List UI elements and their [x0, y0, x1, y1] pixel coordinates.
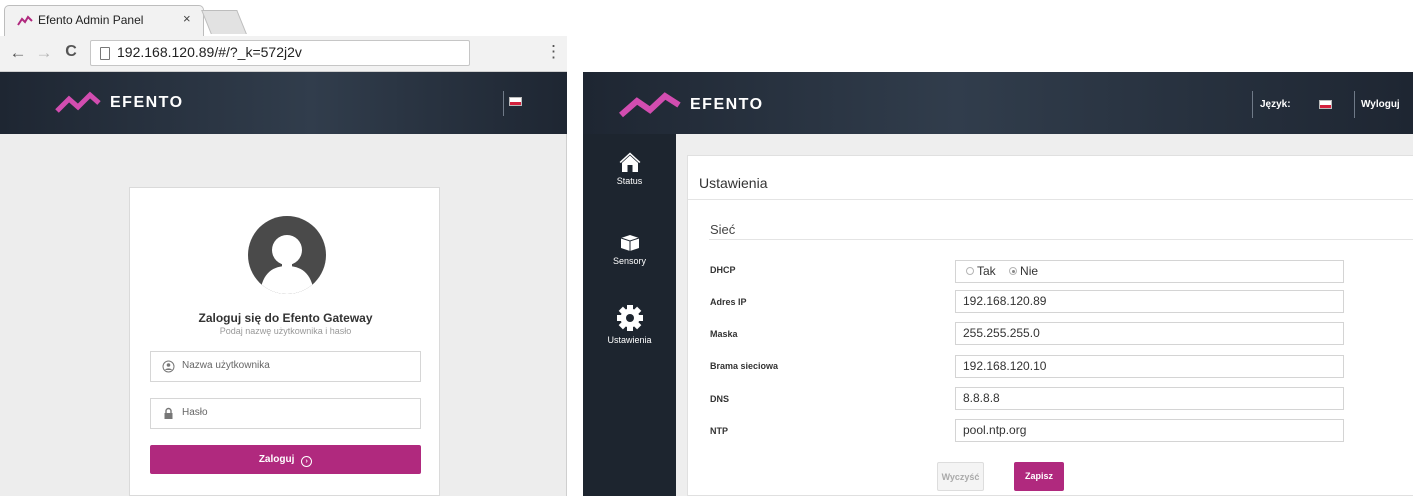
address-bar[interactable]: 192.168.120.89/#/?_k=572j2v	[90, 40, 470, 66]
divider	[709, 239, 1413, 240]
logout-link[interactable]: Wyloguj	[1361, 99, 1400, 110]
efento-favicon-icon	[17, 15, 33, 26]
forward-arrow-icon[interactable]: →	[34, 43, 54, 63]
save-button[interactable]: Zapisz	[1014, 462, 1064, 491]
sidebar-item-label: Status	[616, 176, 643, 186]
ntp-label: NTP	[710, 426, 728, 436]
language-label: Język:	[1260, 99, 1291, 110]
sidebar-item-sensory[interactable]: Sensory	[583, 233, 676, 266]
login-button[interactable]: Zaloguj ›	[150, 445, 421, 474]
page-title: Ustawienia	[699, 175, 768, 191]
url-text: 192.168.120.89/#/?_k=572j2v	[117, 44, 302, 60]
login-card: Zaloguj się do Efento Gateway Podaj nazw…	[129, 187, 440, 496]
clear-button[interactable]: Wyczyść	[937, 462, 984, 491]
browser-tab[interactable]: Efento Admin Panel ×	[4, 5, 204, 36]
mask-input[interactable]: 255.255.255.0	[955, 322, 1344, 345]
brand-name: EFENTO	[690, 96, 764, 113]
arrow-circle-right-icon: ›	[301, 456, 313, 467]
dhcp-option-tak[interactable]: Tak	[966, 264, 999, 278]
tab-title: Efento Admin Panel	[38, 13, 144, 27]
home-icon	[617, 151, 642, 172]
lock-icon	[164, 407, 173, 419]
gateway-label: Brama sieciowa	[710, 361, 779, 371]
sidebar: Status Sensory Ustawienia	[583, 134, 676, 496]
efento-logo[interactable]: EFENTO	[55, 91, 184, 115]
ntp-input[interactable]: pool.ntp.org	[955, 419, 1344, 442]
ip-input[interactable]: 192.168.120.89	[955, 290, 1344, 313]
divider	[688, 199, 1413, 200]
polish-flag-icon[interactable]	[509, 97, 522, 106]
back-arrow-icon[interactable]: ←	[8, 43, 28, 63]
browser-toolbar: ← → C 192.168.120.89/#/?_k=572j2v ⋮	[0, 36, 567, 72]
dns-label: DNS	[710, 394, 730, 404]
settings-window: EFENTO Język: Wyloguj Status Sensory Ust…	[583, 0, 1413, 496]
dhcp-radio-group: Tak Nie	[955, 260, 1344, 283]
admin-header: EFENTO Język: Wyloguj	[583, 72, 1413, 134]
radio-tak[interactable]	[966, 267, 974, 275]
tab-close-icon[interactable]: ×	[183, 11, 191, 26]
password-input[interactable]: Hasło	[150, 398, 421, 429]
main-content: Ustawienia Sieć DHCP Tak Nie Adres IP 19…	[676, 134, 1413, 496]
brand-name: EFENTO	[110, 94, 184, 111]
radio-nie[interactable]	[1009, 267, 1018, 275]
header-divider	[1252, 91, 1253, 118]
efento-logo-icon	[619, 92, 681, 118]
gateway-input[interactable]: 192.168.120.10	[955, 355, 1344, 378]
sidebar-item-status[interactable]: Status	[583, 151, 676, 186]
settings-card: Ustawienia Sieć DHCP Tak Nie Adres IP 19…	[687, 155, 1413, 496]
sensor-icon	[620, 235, 639, 251]
login-subtitle: Podaj nazwę użytkownika i hasło	[219, 326, 352, 336]
dhcp-label: DHCP	[710, 265, 736, 275]
reload-icon[interactable]: C	[61, 43, 81, 61]
efento-logo[interactable]: EFENTO	[619, 91, 764, 119]
dhcp-option-nie[interactable]: Nie	[1009, 264, 1038, 278]
header-divider	[503, 91, 504, 116]
dns-input[interactable]: 8.8.8.8	[955, 387, 1344, 410]
efento-logo-icon	[55, 91, 101, 113]
header-divider	[1354, 91, 1355, 118]
username-placeholder: Nazwa użytkownika	[182, 360, 270, 371]
mask-label: Maska	[710, 329, 738, 339]
login-title: Zaloguj się do Efento Gateway	[198, 311, 373, 325]
user-avatar-icon	[248, 216, 326, 294]
username-input[interactable]: Nazwa użytkownika	[150, 351, 421, 382]
browser-menu-icon[interactable]: ⋮	[545, 42, 562, 62]
app-header: EFENTO	[0, 72, 567, 134]
gear-icon	[616, 305, 643, 331]
sidebar-item-label: Sensory	[612, 256, 647, 266]
new-tab-button[interactable]	[201, 10, 247, 34]
polish-flag-icon[interactable]	[1319, 100, 1332, 109]
user-circle-icon	[162, 360, 175, 373]
login-button-label: Zaloguj	[258, 454, 295, 465]
page-icon	[100, 47, 110, 60]
sidebar-item-ustawienia[interactable]: Ustawienia	[583, 304, 676, 345]
password-placeholder: Hasło	[182, 407, 208, 418]
ip-label: Adres IP	[710, 297, 747, 307]
sidebar-item-label: Ustawienia	[607, 335, 652, 345]
login-browser-window: Efento Admin Panel × ← → C 192.168.120.8…	[0, 0, 567, 496]
browser-tab-strip: Efento Admin Panel ×	[0, 0, 567, 36]
section-title: Sieć	[710, 222, 736, 237]
